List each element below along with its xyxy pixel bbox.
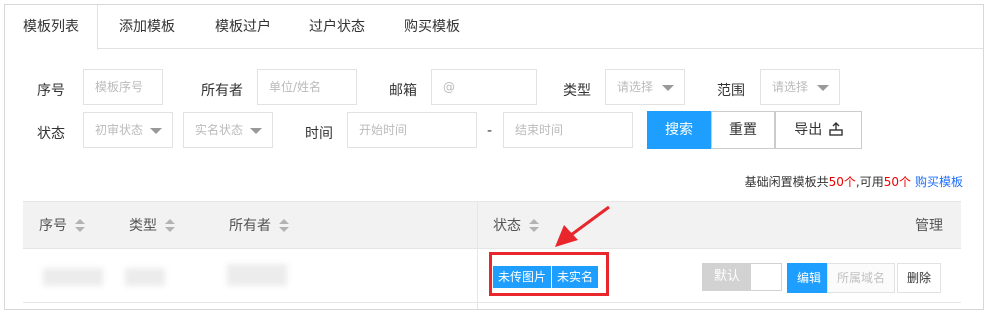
tab-buy-template[interactable]: 购买模板: [390, 5, 474, 49]
email-label: 邮箱: [389, 83, 417, 99]
domain-button[interactable]: 所属域名: [827, 263, 896, 293]
col-type-header[interactable]: 类型: [129, 202, 175, 250]
sort-icon[interactable]: [75, 219, 85, 233]
export-icon: [829, 122, 843, 136]
default-toggle[interactable]: 默认: [702, 263, 782, 291]
sort-icon[interactable]: [165, 219, 175, 233]
email-input[interactable]: @: [431, 69, 537, 105]
realname-status-select[interactable]: 实名状态: [183, 112, 273, 148]
table-header: 序号 类型 所有者 状态 管理: [23, 201, 961, 249]
annotation-arrow-icon: [555, 205, 610, 247]
type-select[interactable]: 请选择: [605, 69, 685, 105]
redacted-owner: [227, 264, 287, 286]
summary-total: 50个: [828, 175, 856, 189]
tab-add-template[interactable]: 添加模板: [105, 5, 189, 49]
col-status-label: 状态: [493, 218, 521, 234]
col-manage-header: 管理: [915, 218, 943, 234]
col-type-label: 类型: [129, 218, 157, 234]
export-button[interactable]: 导出: [775, 111, 862, 149]
edit-button[interactable]: 编辑: [787, 263, 832, 293]
redacted-id: [43, 268, 103, 286]
tab-template-transfer[interactable]: 模板过户: [201, 5, 285, 49]
template-list-panel: 模板列表 添加模板 模板过户 过户状态 购买模板 序号 模板序号 所有者 单位/…: [4, 4, 984, 310]
col-id-header[interactable]: 序号: [39, 202, 85, 250]
col-owner-header[interactable]: 所有者: [229, 202, 289, 250]
search-button[interactable]: 搜索: [647, 111, 711, 149]
tab-bar: 模板列表 添加模板 模板过户 过户状态 购买模板: [5, 5, 983, 50]
owner-label: 所有者: [201, 83, 243, 99]
redacted-type: [125, 268, 165, 286]
review-status-select[interactable]: 初审状态: [83, 112, 173, 148]
delete-button[interactable]: 删除: [897, 263, 942, 293]
export-label: 导出: [794, 122, 823, 138]
id-label: 序号: [37, 83, 65, 99]
scope-label: 范围: [717, 83, 745, 99]
scope-select[interactable]: 请选择: [760, 69, 840, 105]
range-dash: -: [487, 123, 493, 139]
tab-template-list[interactable]: 模板列表: [5, 5, 98, 50]
template-summary: 基础闲置模板共50个,可用50个 购买模板: [745, 173, 963, 190]
col-owner-label: 所有者: [229, 218, 271, 234]
time-label: 时间: [305, 126, 333, 142]
tab-transfer-status[interactable]: 过户状态: [295, 5, 379, 49]
summary-mid: ,可用: [855, 175, 884, 189]
reset-button[interactable]: 重置: [711, 111, 775, 149]
default-toggle-label: 默认: [703, 264, 751, 290]
summary-available: 50个: [883, 175, 911, 189]
id-input[interactable]: 模板序号: [83, 69, 163, 105]
end-time-input[interactable]: 结束时间: [503, 112, 633, 148]
type-label: 类型: [563, 83, 591, 99]
col-id-label: 序号: [39, 218, 67, 234]
summary-prefix: 基础闲置模板共: [744, 175, 829, 189]
buy-template-link[interactable]: 购买模板: [915, 175, 963, 189]
sort-icon[interactable]: [529, 219, 539, 233]
status-label: 状态: [37, 126, 65, 142]
col-status-header[interactable]: 状态: [493, 202, 539, 250]
owner-input[interactable]: 单位/姓名: [257, 69, 357, 105]
start-time-input[interactable]: 开始时间: [347, 112, 477, 148]
sort-icon[interactable]: [279, 219, 289, 233]
